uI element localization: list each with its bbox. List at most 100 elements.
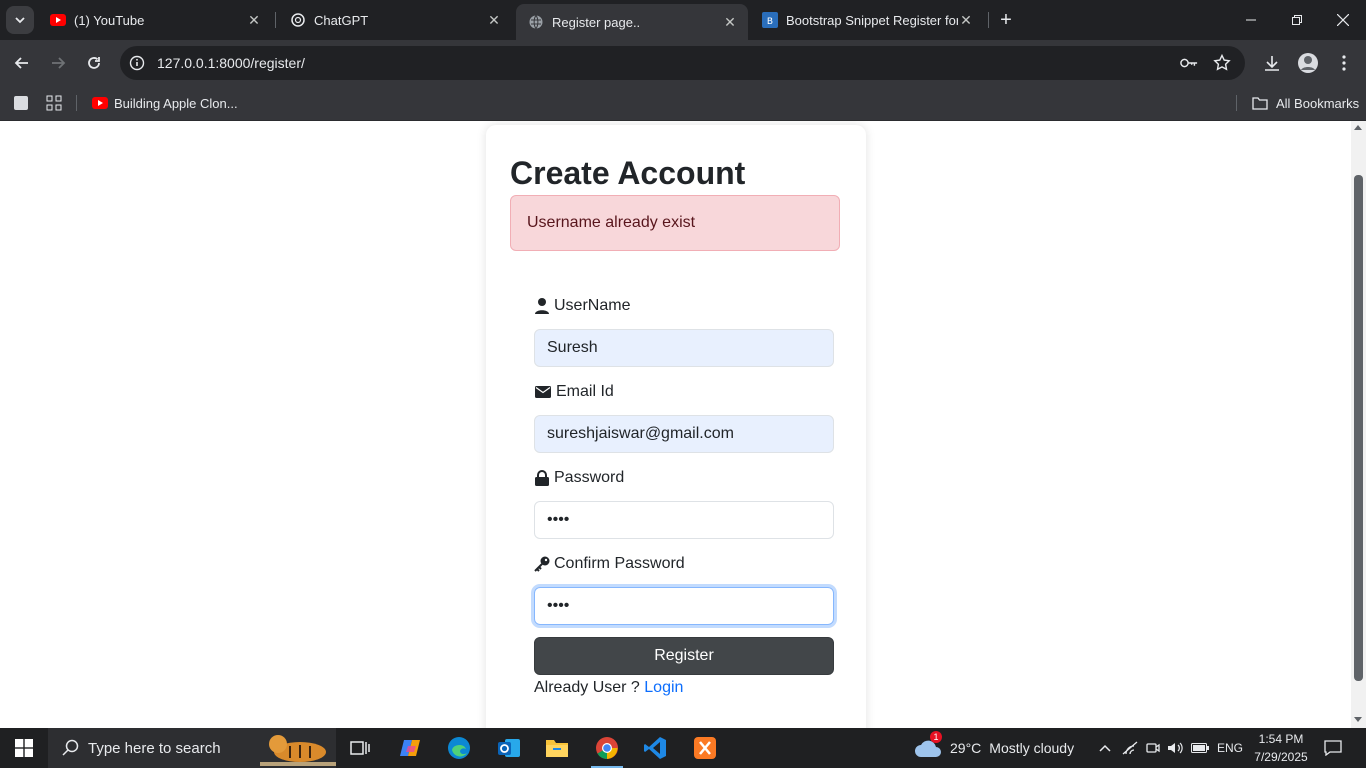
search-icon — [62, 739, 80, 757]
login-link[interactable]: Login — [644, 679, 683, 696]
download-button[interactable] — [1258, 49, 1286, 77]
star-icon[interactable] — [1213, 54, 1231, 72]
svg-text:B: B — [767, 17, 773, 27]
tab-register[interactable]: Register page.. ✕ — [516, 4, 748, 40]
user-icon — [534, 298, 550, 314]
start-button[interactable] — [0, 728, 48, 768]
tab-youtube[interactable]: (1) YouTube ✕ — [38, 4, 272, 36]
bookmark-separator — [76, 95, 77, 111]
meet-now-icon[interactable] — [1144, 728, 1162, 768]
volume-icon[interactable] — [1166, 728, 1184, 768]
close-window-button[interactable] — [1320, 0, 1366, 40]
password-label-text: Password — [554, 469, 625, 486]
weather-badge: 1 — [930, 731, 942, 743]
bookmarks-bar: Building Apple Clon... All Bookmarks — [0, 86, 1366, 121]
weather-widget[interactable]: 1 29°C Mostly cloudy — [914, 728, 1074, 768]
task-view-button[interactable] — [336, 728, 384, 768]
username-label-text: UserName — [554, 297, 631, 314]
tab-separator — [988, 12, 989, 28]
register-button[interactable]: Register — [534, 637, 834, 675]
cloud-icon: 1 — [914, 731, 942, 759]
clock-date: 7/29/2025 — [1254, 750, 1308, 764]
taskbar-search[interactable]: Type here to search — [48, 728, 336, 768]
apps-grid-icon[interactable] — [45, 94, 63, 112]
network-icon[interactable] — [1120, 728, 1140, 768]
forward-button[interactable] — [44, 49, 72, 77]
page-content: Create Account Username already exist Us… — [0, 121, 1351, 728]
tab-bootstrap[interactable]: B Bootstrap Snippet Register form ✕ — [750, 4, 984, 36]
edge-icon — [448, 737, 470, 759]
back-button[interactable] — [8, 49, 36, 77]
square-icon[interactable] — [12, 94, 30, 112]
email-label-text: Email Id — [556, 383, 614, 400]
login-prompt: Already User ? Login — [534, 679, 683, 697]
restore-button[interactable] — [1274, 0, 1320, 40]
windows-logo-icon — [15, 739, 33, 757]
username-input[interactable]: Suresh — [534, 329, 834, 367]
address-bar[interactable]: 127.0.0.1:8000/register/ — [120, 46, 1245, 80]
clock[interactable]: 1:54 PM 7/29/2025 — [1252, 730, 1310, 766]
profile-avatar[interactable] — [1294, 49, 1322, 77]
outlook-app[interactable] — [485, 728, 533, 768]
already-user-text: Already User ? — [534, 679, 640, 696]
tab-separator — [275, 12, 276, 28]
email-input[interactable]: sureshjaiswar@gmail.com — [534, 415, 834, 453]
scroll-thumb[interactable] — [1354, 175, 1363, 681]
all-bookmarks-label: All Bookmarks — [1276, 95, 1360, 111]
minimize-button[interactable] — [1228, 0, 1274, 40]
arrow-right-icon — [52, 57, 66, 69]
language-indicator[interactable]: ENG — [1214, 728, 1246, 768]
key-icon — [534, 556, 550, 572]
close-icon[interactable]: ✕ — [958, 12, 974, 28]
scroll-up-arrow-icon[interactable] — [1354, 125, 1362, 130]
chevron-up-icon[interactable] — [1096, 728, 1114, 768]
edge-app[interactable] — [435, 728, 483, 768]
search-placeholder: Type here to search — [88, 739, 221, 757]
arrow-left-icon — [14, 57, 28, 69]
folder-icon — [546, 740, 568, 757]
site-info-icon[interactable] — [128, 54, 146, 72]
vscode-icon — [644, 737, 666, 759]
notification-icon — [1324, 740, 1342, 756]
reload-button[interactable] — [80, 49, 108, 77]
battery-icon[interactable] — [1190, 728, 1210, 768]
notification-button[interactable] — [1318, 728, 1348, 768]
chevron-down-icon — [15, 17, 25, 24]
menu-button[interactable] — [1330, 49, 1358, 77]
tab-search-button[interactable] — [6, 6, 34, 34]
youtube-icon — [50, 12, 66, 28]
page-scrollbar[interactable] — [1351, 121, 1366, 728]
chrome-app[interactable] — [583, 728, 631, 768]
all-bookmarks-button[interactable]: All Bookmarks — [1252, 86, 1359, 120]
lock-icon — [534, 470, 550, 486]
close-icon[interactable]: ✕ — [486, 12, 502, 28]
youtube-icon — [92, 97, 108, 109]
browser-toolbar: 127.0.0.1:8000/register/ — [0, 40, 1366, 86]
scroll-down-arrow-icon[interactable] — [1354, 717, 1362, 722]
envelope-icon — [534, 384, 552, 400]
weather-condition: Mostly cloudy — [989, 740, 1075, 756]
copilot-icon — [400, 740, 420, 756]
xampp-app[interactable] — [681, 728, 729, 768]
tab-title: Bootstrap Snippet Register form — [786, 12, 958, 28]
file-explorer-app[interactable] — [533, 728, 581, 768]
kebab-menu-icon — [1342, 55, 1346, 71]
close-icon[interactable]: ✕ — [246, 12, 262, 28]
confirm-password-input[interactable]: •••• — [534, 587, 834, 625]
tiger-search-highlight-icon — [260, 730, 336, 766]
vscode-app[interactable] — [631, 728, 679, 768]
tab-title: ChatGPT — [314, 12, 369, 28]
tab-title: (1) YouTube — [74, 12, 145, 28]
tab-title: Register page.. — [552, 14, 641, 30]
password-input[interactable]: •••• — [534, 501, 834, 539]
new-tab-button[interactable]: + — [994, 8, 1018, 32]
close-icon[interactable]: ✕ — [722, 14, 738, 30]
bootstrap-icon: B — [762, 12, 778, 28]
tab-chatgpt[interactable]: ChatGPT ✕ — [278, 4, 512, 36]
tab-strip: (1) YouTube ✕ ChatGPT ✕ Register page.. … — [0, 0, 1366, 40]
bookmark-item[interactable]: Building Apple Clon... — [92, 86, 238, 120]
copilot-app[interactable] — [386, 728, 434, 768]
key-icon[interactable] — [1180, 54, 1198, 72]
xampp-icon — [694, 737, 716, 759]
folder-icon — [1252, 96, 1268, 110]
